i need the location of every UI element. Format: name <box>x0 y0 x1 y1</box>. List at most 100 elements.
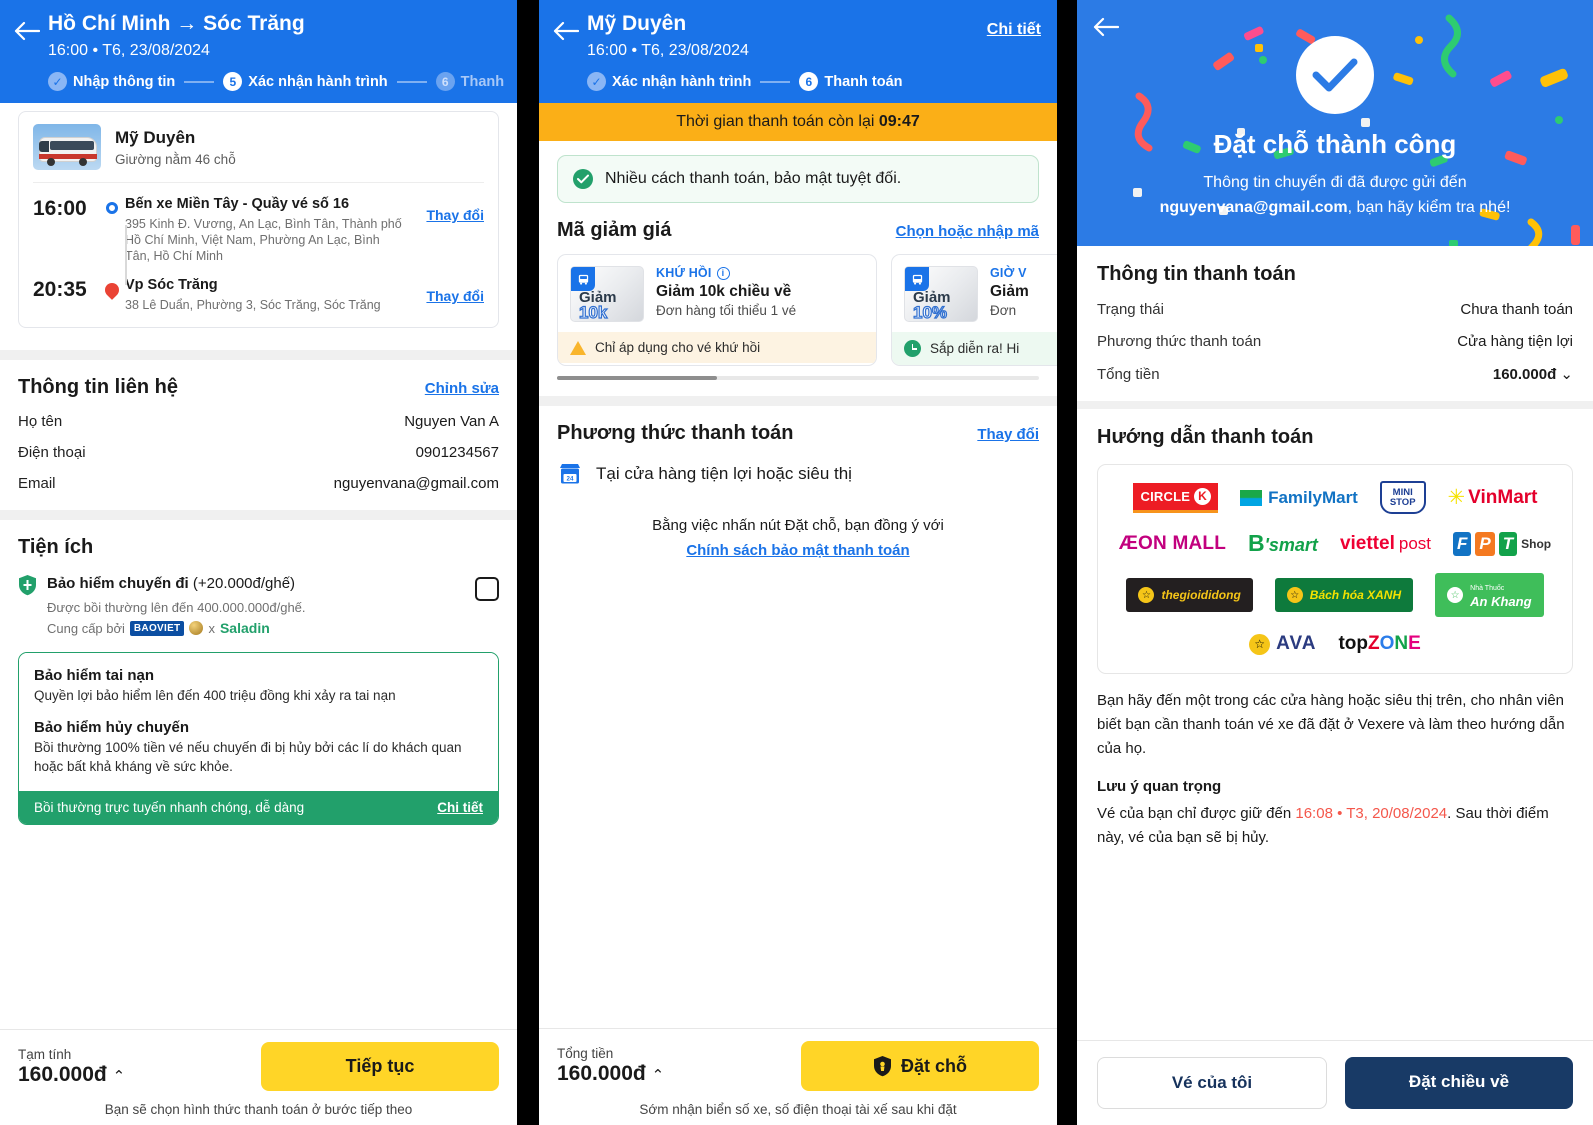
page-title: Hồ Chí Minh → Sóc Trăng <box>48 12 305 35</box>
vinmart-logo: ✳ VinMart <box>1447 486 1538 509</box>
bus-photo <box>33 124 101 170</box>
operator-title: Mỹ Duyên <box>587 12 687 35</box>
voucher-card[interactable]: Giảm 10k KHỨ HỒI i Giảm 10k chiều về Đơn… <box>557 254 877 366</box>
provided-by-label: Cung cấp bởi <box>47 620 125 636</box>
leg-time: 20:35 <box>33 278 87 301</box>
step-1[interactable]: ✓ Nhập thông tin <box>48 72 175 91</box>
step-divider <box>184 80 215 83</box>
voucher-footer: Sắp diễn ra! Hi <box>892 332 1057 365</box>
contact-name-label: Họ tên <box>18 413 63 430</box>
insurance-box-footer: Bồi thường trực tuyến nhanh chóng, dễ dà… <box>19 791 498 824</box>
contact-phone-value: 0901234567 <box>415 444 499 461</box>
choose-voucher-link[interactable]: Chọn hoặc nhập mã <box>896 223 1039 240</box>
circle-k-logo: CIRCLE KCIRCLE K <box>1132 482 1219 513</box>
leg-address: 38 Lê Duẩn, Phường 3, Sóc Trăng, Sóc Tră… <box>125 298 381 312</box>
ministop-logo: MINI STOP <box>1379 481 1426 514</box>
total-amount-row[interactable]: Tổng tiền 160.000đ ⌄ <box>1097 365 1573 384</box>
chevron-up-icon: ⌃ <box>112 1067 126 1085</box>
insurance-checkbox[interactable] <box>475 577 499 601</box>
cancel-insurance-desc: Bồi thường 100% tiền vé nếu chuyến đi bị… <box>34 740 462 774</box>
hold-deadline: 16:08 • T3, 20/08/2024 <box>1295 805 1448 822</box>
step-2-bubble: 6 <box>799 72 819 91</box>
contact-email-label: Email <box>18 475 56 492</box>
book-seat-button[interactable]: Đặt chỗ <box>801 1041 1039 1091</box>
step-3[interactable]: 6 Thanh <box>435 72 504 91</box>
warning-icon <box>570 340 586 355</box>
privacy-policy-link[interactable]: Chính sách bảo mật thanh toán <box>686 542 909 559</box>
voucher-footer-text: Chỉ áp dụng cho vé khứ hồi <box>595 340 761 355</box>
leg-connector-line <box>125 225 127 285</box>
payment-countdown-banner: Thời gian thanh toán còn lại 09:47 <box>539 103 1057 141</box>
subtotal-amount[interactable]: 160.000đ ⌃ <box>18 1063 125 1087</box>
contact-row-phone: Điện thoại 0901234567 <box>18 444 499 461</box>
back-arrow-icon[interactable] <box>1093 16 1120 43</box>
total-amount[interactable]: 160.000đ ⌃ <box>557 1062 664 1086</box>
voucher-carousel[interactable]: Giảm 10k KHỨ HỒI i Giảm 10k chiều về Đơn… <box>539 254 1057 366</box>
store-logo-row: ☆ thegioididong ☆ Bách hóa XANH ☆ Nhà Thuốc… <box>1110 573 1560 617</box>
step-1-bubble: ✓ <box>48 72 67 91</box>
contact-phone-label: Điện thoại <box>18 444 86 461</box>
fpt-shop-logo: F P T Shop <box>1453 531 1551 556</box>
important-note-title: Lưu ý quan trọng <box>1097 778 1222 795</box>
my-tickets-button[interactable]: Vé của tôi <box>1097 1057 1327 1109</box>
familymart-logo: FamilyMart <box>1240 488 1358 508</box>
voucher-footer-text: Sắp diễn ra! Hi <box>930 341 1020 356</box>
total-label: Tổng tiền <box>557 1046 614 1061</box>
an-khang-logo: ☆ Nhà Thuốc An Khang <box>1435 573 1544 617</box>
step-1-label: Nhập thông tin <box>73 73 176 90</box>
contact-row-email: Email nguyenvana@gmail.com <box>18 475 499 492</box>
ava-logo: ☆ AVA <box>1249 633 1316 655</box>
panel2-bottom-note: Sớm nhận biển số xe, số điện thoại tài x… <box>639 1102 957 1117</box>
change-payment-method-link[interactable]: Thay đổi <box>977 426 1039 443</box>
cancel-insurance-title: Bảo hiểm hủy chuyến <box>34 719 190 736</box>
trip-card: Mỹ Duyên Giường nằm 46 chỗ 16:00 Bến xe … <box>18 111 499 328</box>
trip-datetime: 16:00 • T6, 23/08/2024 <box>48 42 210 59</box>
step-2[interactable]: 5 Xác nhận hành trình <box>223 72 388 91</box>
bsmart-logo: B'smart <box>1248 530 1318 556</box>
success-email: nguyenvana@gmail.com <box>1159 199 1348 216</box>
insurance-detail-link[interactable]: Chi tiết <box>437 800 483 815</box>
note-prefix: Vé của bạn chỉ được giữ đến <box>1097 805 1296 822</box>
vehicle-type: Giường nằm 46 chỗ <box>115 152 236 167</box>
voucher-thumb: Giảm 10k <box>570 266 644 323</box>
step-divider <box>396 80 427 83</box>
continue-button[interactable]: Tiếp tục <box>261 1042 499 1091</box>
step-1[interactable]: ✓ Xác nhận hành trình <box>587 72 751 91</box>
progress-stepper: ✓ Xác nhận hành trình 6 Thanh toán <box>587 72 1043 91</box>
selected-payment-method[interactable]: 24 Tại cửa hàng tiện lợi hoặc siêu thị <box>557 461 1039 487</box>
insurance-title: Bảo hiểm chuyến đi (+20.000đ/ghế) <box>47 573 463 594</box>
section-gap <box>0 350 517 360</box>
origin-dot-icon <box>99 195 125 214</box>
contact-section: Thông tin liên hệ Chỉnh sửa Họ tên Nguye… <box>0 360 517 510</box>
back-arrow-icon[interactable] <box>14 10 48 42</box>
change-dropoff-link[interactable]: Thay đổi <box>410 276 484 304</box>
info-icon[interactable]: i <box>716 266 730 280</box>
payment-status-label: Trạng thái <box>1097 301 1164 318</box>
edit-contact-link[interactable]: Chỉnh sửa <box>425 380 499 397</box>
trip-datetime: 16:00 • T6, 23/08/2024 <box>587 42 749 59</box>
success-subtitle: Thông tin chuyến đi đã được gửi đến nguy… <box>1077 170 1593 220</box>
provider-separator: x <box>208 620 215 636</box>
store-logo-row: ÆON MALL B'smart viettel post F P T Shop <box>1110 530 1560 557</box>
bus-icon <box>571 267 595 291</box>
progress-stepper: ✓ Nhập thông tin 5 Xác nhận hành trình 6… <box>48 72 504 91</box>
change-pickup-link[interactable]: Thay đổi <box>410 195 484 223</box>
leg-name: Bến xe Miền Tây - Quầy vé số 16 <box>125 196 350 212</box>
trip-detail-link[interactable]: Chi tiết <box>987 21 1041 39</box>
payment-method-title: Phương thức thanh toán <box>557 422 794 444</box>
back-arrow-icon[interactable] <box>553 10 587 42</box>
voucher-card[interactable]: Giảm 10% GIỜ V Giảm Đơn Sắp diễn ra! Hi <box>891 254 1057 366</box>
panel2-bottom-bar: Tổng tiền 160.000đ ⌃ Đặt chỗ Sớm nhận bi… <box>539 1028 1057 1125</box>
voucher-footer: Chỉ áp dụng cho vé khứ hồi <box>558 332 876 363</box>
voucher-scrollbar[interactable] <box>557 376 1039 380</box>
step-2-label: Thanh toán <box>824 73 903 90</box>
trip-leg-dropoff: 20:35 Vp Sóc Trăng 38 Lê Duẩn, Phường 3,… <box>33 276 484 313</box>
payment-method-section: Phương thức thanh toán Thay đổi 24 Tại c… <box>539 406 1057 581</box>
voucher-section: Mã giảm giá Chọn hoặc nhập mã <box>539 203 1057 242</box>
payment-info-title: Thông tin thanh toán <box>1097 263 1296 285</box>
step-2[interactable]: 6 Thanh toán <box>799 72 903 91</box>
addons-title: Tiện ích <box>18 536 94 558</box>
trip-leg-pickup: 16:00 Bến xe Miền Tây - Quầy vé số 16 39… <box>33 195 484 264</box>
book-return-button[interactable]: Đặt chiều về <box>1345 1057 1573 1109</box>
bus-icon <box>905 267 929 291</box>
